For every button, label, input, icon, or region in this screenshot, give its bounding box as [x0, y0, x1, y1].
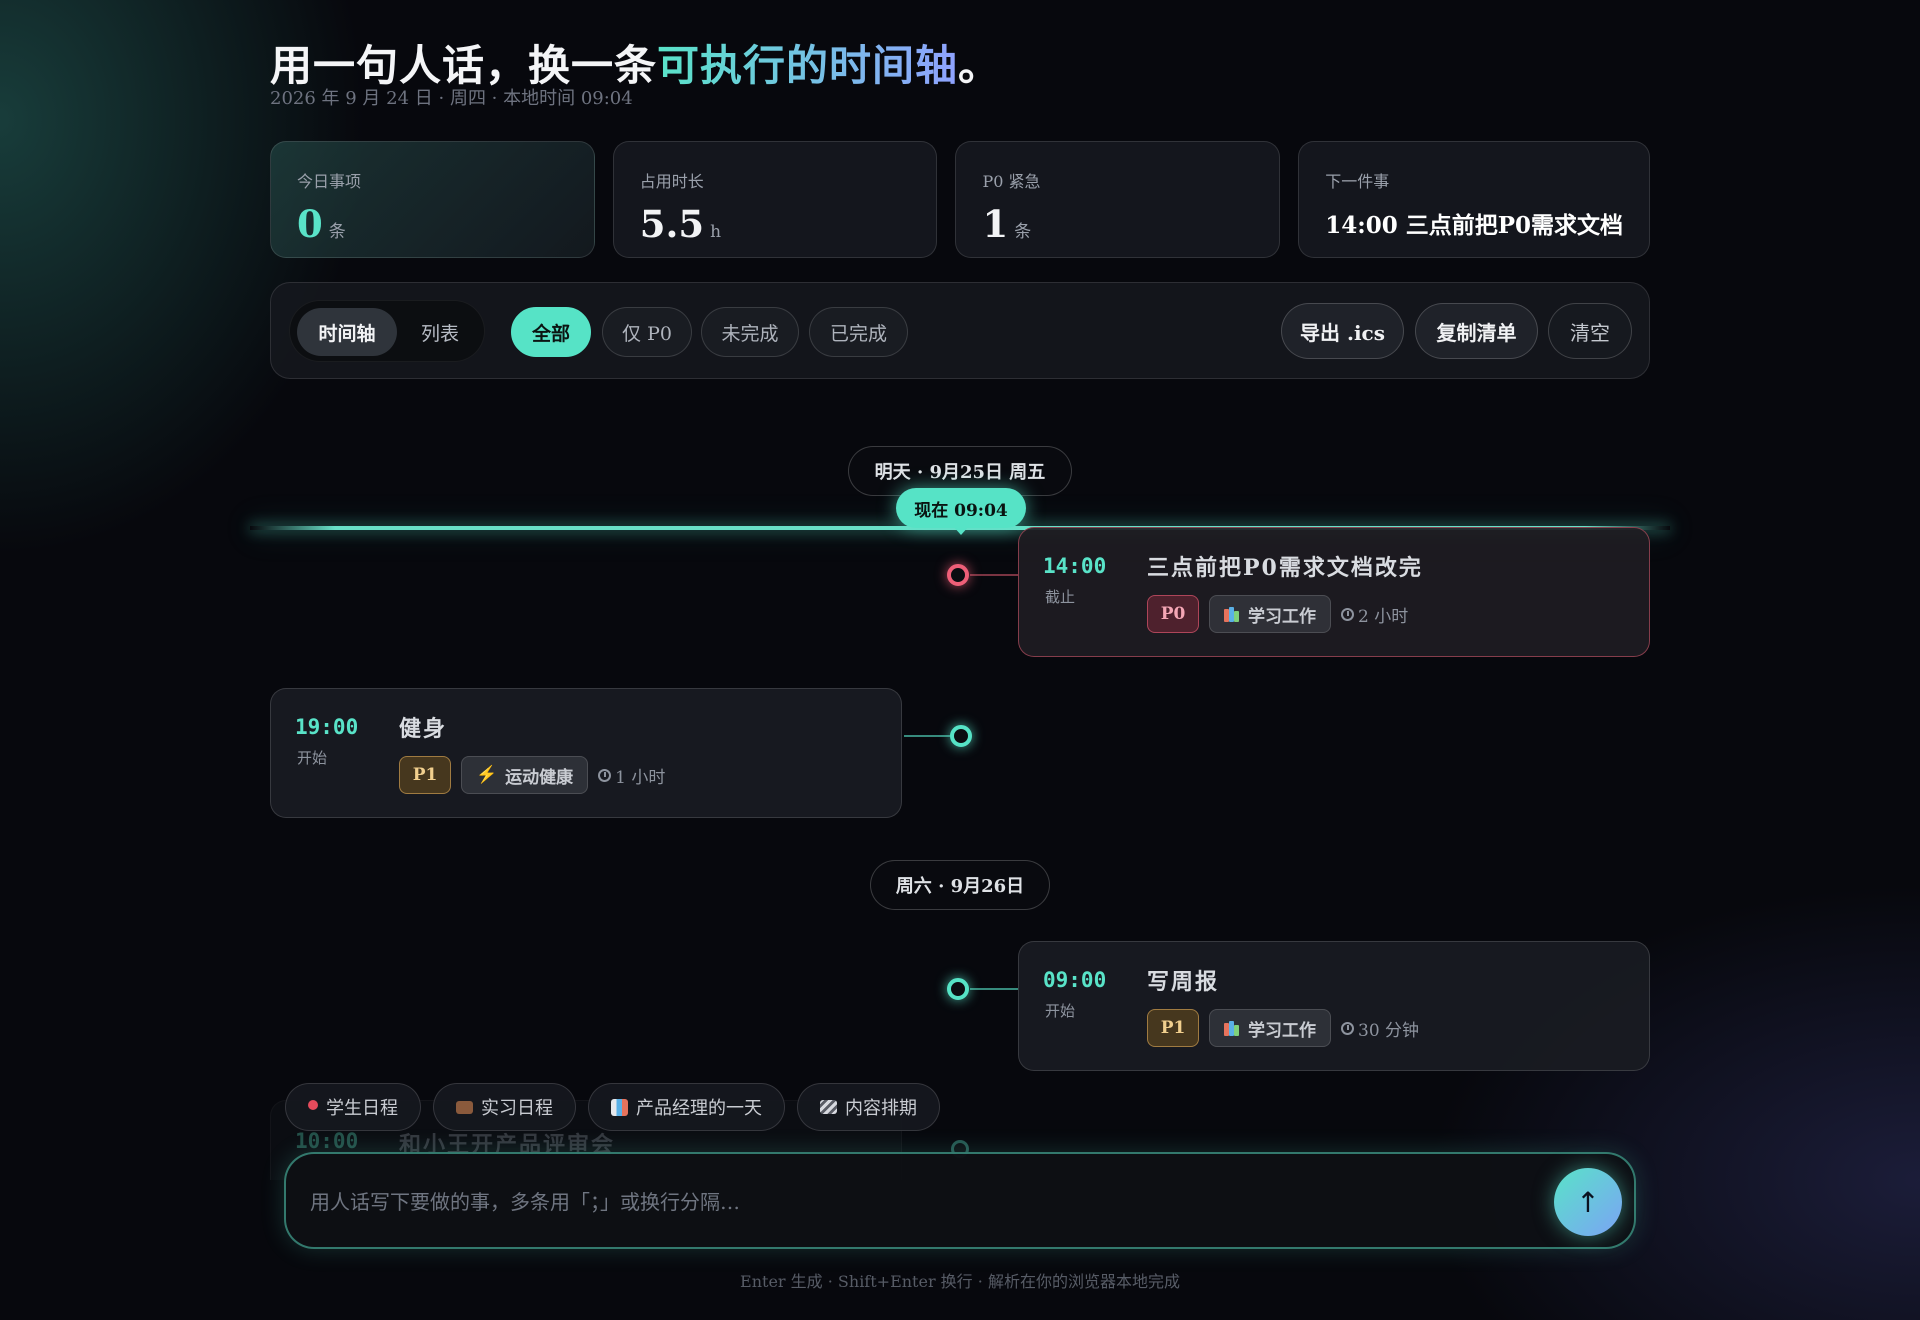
task-duration: 1 小时 — [598, 763, 665, 788]
timer-icon — [1341, 1021, 1354, 1035]
stat-label: 今日事项 — [297, 172, 362, 191]
stat-unit: 条 — [1014, 222, 1032, 242]
task-time: 10:00 — [295, 1129, 359, 1153]
stat-today-count: 今日事项 0 条 — [270, 141, 595, 258]
pushpin-icon — [308, 1100, 318, 1110]
timeline-connector — [904, 735, 950, 737]
category-tag: ⚡ 运动健康 — [461, 756, 589, 794]
app-container: 用一句人话，换一条可执行的时间轴。 2026 年 9 月 24 日 · 周四 ·… — [250, 0, 1670, 1320]
category-label: 学习工作 — [1248, 1020, 1316, 1041]
timeline-node — [950, 725, 972, 747]
stat-next-task: 下一件事 14:00 三点前把P0需求文档 — [1298, 141, 1651, 258]
preset-internship-button[interactable]: 实习日程 — [433, 1083, 576, 1131]
footer-hint: Enter 生成 · Shift+Enter 换行 · 解析在你的浏览器本地完成 — [740, 1272, 1180, 1291]
timer-icon — [598, 768, 612, 782]
briefcase-icon — [456, 1100, 473, 1114]
view-switch: 时间轴 列表 — [289, 300, 485, 362]
preset-label: 内容排期 — [845, 1098, 917, 1119]
task-card[interactable]: 19:00 开始 健身 P1 ⚡ 运动健康 1 小时 — [270, 688, 902, 818]
preset-label: 学生日程 — [326, 1098, 398, 1119]
filter-all-chip[interactable]: 全部 — [511, 307, 591, 357]
export-ics-button[interactable]: 导出 .ics — [1281, 303, 1404, 359]
stat-unit: h — [710, 222, 722, 242]
stat-value-row: 5.5 h — [640, 202, 911, 246]
now-badge: 现在 09:04 — [896, 488, 1026, 535]
stat-value: 1 — [982, 202, 1009, 246]
books-icon — [1224, 1020, 1240, 1036]
task-input[interactable] — [310, 1180, 1490, 1224]
task-time: 14:00 — [1043, 554, 1107, 578]
duration-text: 2 小时 — [1358, 606, 1409, 627]
category-label: 运动健康 — [505, 767, 574, 788]
copy-list-button[interactable]: 复制清单 — [1415, 303, 1538, 359]
task-time: 19:00 — [295, 715, 359, 739]
timer-icon — [1341, 607, 1354, 621]
stat-unit: 条 — [328, 222, 346, 242]
task-tags: P1 学习工作 30 分钟 — [1147, 1009, 1419, 1047]
stat-next-task-text: 14:00 三点前把P0需求文档 — [1325, 212, 1624, 239]
stat-label: 占用时长 — [639, 172, 704, 191]
timeline-connector — [970, 574, 1018, 576]
clear-button[interactable]: 清空 — [1548, 303, 1632, 359]
stat-value-row: 0 条 — [297, 202, 568, 246]
task-tags: P1 ⚡ 运动健康 1 小时 — [399, 756, 665, 794]
task-time: 09:00 — [1043, 968, 1107, 992]
stat-value-row: 1 条 — [982, 202, 1253, 246]
duration-text: 1 小时 — [615, 767, 666, 788]
stat-label: P0 紧急 — [982, 172, 1041, 191]
duration-text: 30 分钟 — [1358, 1020, 1420, 1041]
stat-value: 0 — [297, 202, 323, 246]
preset-student-button[interactable]: 学生日程 — [285, 1083, 421, 1131]
preset-content-schedule-button[interactable]: 内容排期 — [797, 1083, 940, 1131]
toolbar: 时间轴 列表 全部 仅 P0 未完成 已完成 导出 .ics 复制清单 清空 — [270, 282, 1650, 379]
date-subtitle: 2026 年 9 月 24 日 · 周四 · 本地时间 09:04 — [270, 88, 633, 109]
task-time-kind: 截止 — [1045, 588, 1076, 606]
task-title: 健身 — [399, 716, 448, 742]
preset-row: 学生日程 实习日程 产品经理的一天 内容排期 — [285, 1083, 940, 1131]
stat-value: 5.5 — [639, 202, 705, 246]
stats-row: 今日事项 0 条 占用时长 5.5 h P0 紧急 1 条 下一件事 14:00… — [270, 141, 1651, 258]
task-title: 三点前把P0需求文档改完 — [1147, 555, 1423, 581]
view-timeline-button[interactable]: 时间轴 — [297, 308, 397, 356]
title-highlight: 可执行的时间轴 — [657, 41, 959, 90]
date-group-label: 周六 · 9月26日 — [870, 860, 1050, 910]
timeline-connector — [970, 988, 1018, 990]
task-time-kind: 开始 — [1045, 1002, 1076, 1020]
preset-label: 实习日程 — [481, 1098, 553, 1119]
category-tag: 学习工作 — [1209, 595, 1331, 633]
running-icon: ⚡ — [476, 765, 498, 785]
task-duration: 2 小时 — [1341, 602, 1408, 627]
task-card[interactable]: 09:00 开始 写周报 P1 学习工作 30 分钟 — [1018, 941, 1650, 1071]
category-label: 学习工作 — [1248, 606, 1316, 627]
filter-incomplete-chip[interactable]: 未完成 — [701, 307, 799, 357]
books-icon — [1224, 606, 1240, 622]
filter-p0-chip[interactable]: 仅 P0 — [602, 307, 692, 357]
task-title: 写周报 — [1147, 969, 1220, 995]
stat-duration: 占用时长 5.5 h — [612, 141, 938, 258]
category-tag: 学习工作 — [1209, 1009, 1331, 1047]
timeline-node — [947, 564, 969, 586]
priority-badge: P0 — [1147, 595, 1199, 633]
composer: ↑ — [284, 1152, 1636, 1249]
preset-label: 产品经理的一天 — [636, 1098, 762, 1119]
priority-badge: P1 — [1147, 1009, 1199, 1047]
title-suffix: 。 — [958, 41, 1002, 90]
task-card[interactable]: 14:00 截止 三点前把P0需求文档改完 P0 学习工作 2 小时 — [1018, 527, 1650, 657]
filter-completed-chip[interactable]: 已完成 — [809, 307, 908, 357]
stat-label: 下一件事 — [1325, 172, 1390, 191]
clapper-icon — [820, 1100, 837, 1114]
preset-pm-day-button[interactable]: 产品经理的一天 — [588, 1083, 785, 1131]
task-duration: 30 分钟 — [1341, 1016, 1419, 1041]
send-button[interactable]: ↑ — [1554, 1168, 1622, 1236]
task-time-kind: 开始 — [297, 749, 328, 767]
title-prefix: 用一句人话，换一条 — [270, 41, 658, 90]
bar-chart-icon — [611, 1098, 628, 1116]
priority-badge: P1 — [399, 756, 451, 794]
stat-p0-urgent: P0 紧急 1 条 — [955, 141, 1281, 258]
task-tags: P0 学习工作 2 小时 — [1147, 595, 1408, 633]
view-list-button[interactable]: 列表 — [402, 308, 478, 356]
timeline-node — [947, 978, 969, 1000]
